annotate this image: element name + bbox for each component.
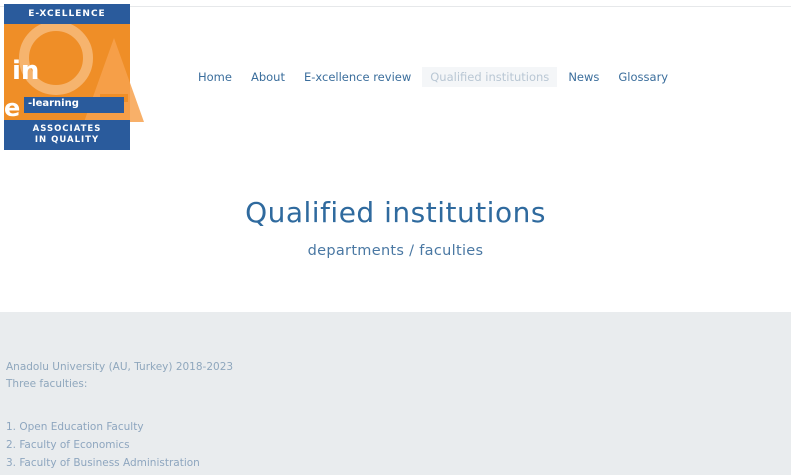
content-section: Anadolu University (AU, Turkey) 2018-202… <box>0 312 791 475</box>
list-item: 1. Open Education Faculty <box>6 421 144 433</box>
institution-link[interactable]: Anadolu University (AU, Turkey) 2018-202… <box>6 361 233 373</box>
nav-home[interactable]: Home <box>190 67 240 87</box>
nav-news[interactable]: News <box>560 67 607 87</box>
nav-qualified-institutions[interactable]: Qualified institutions <box>422 67 558 87</box>
logo-in-text: in <box>12 56 40 86</box>
main-nav: Home About E-xcellence review Qualified … <box>190 66 679 88</box>
logo-e-text: e <box>4 94 21 122</box>
logo-bottom-line1: ASSOCIATES <box>32 124 102 134</box>
list-item: 2. Faculty of Economics <box>6 439 130 451</box>
logo-top-banner: E-XCELLENCE <box>4 4 130 24</box>
list-item: 3. Faculty of Business Administration <box>6 457 200 469</box>
nav-about[interactable]: About <box>243 67 293 87</box>
site-logo[interactable]: E-XCELLENCE in e -learning ASSOCIATES IN… <box>4 4 146 150</box>
nav-excellence-review[interactable]: E-xcellence review <box>296 67 419 87</box>
page-title: Qualified institutions <box>245 196 546 229</box>
page-subtitle: departments / faculties <box>307 243 484 259</box>
logo-bottom-line2: IN QUALITY <box>34 135 100 145</box>
nav-glossary[interactable]: Glossary <box>610 67 676 87</box>
logo-elearning-text: -learning <box>28 98 79 109</box>
faculty-list: 1. Open Education Faculty 2. Faculty of … <box>6 418 200 472</box>
logo-bottom-banner: ASSOCIATES IN QUALITY <box>4 120 130 150</box>
faculty-count: Three faculties: <box>6 378 88 390</box>
